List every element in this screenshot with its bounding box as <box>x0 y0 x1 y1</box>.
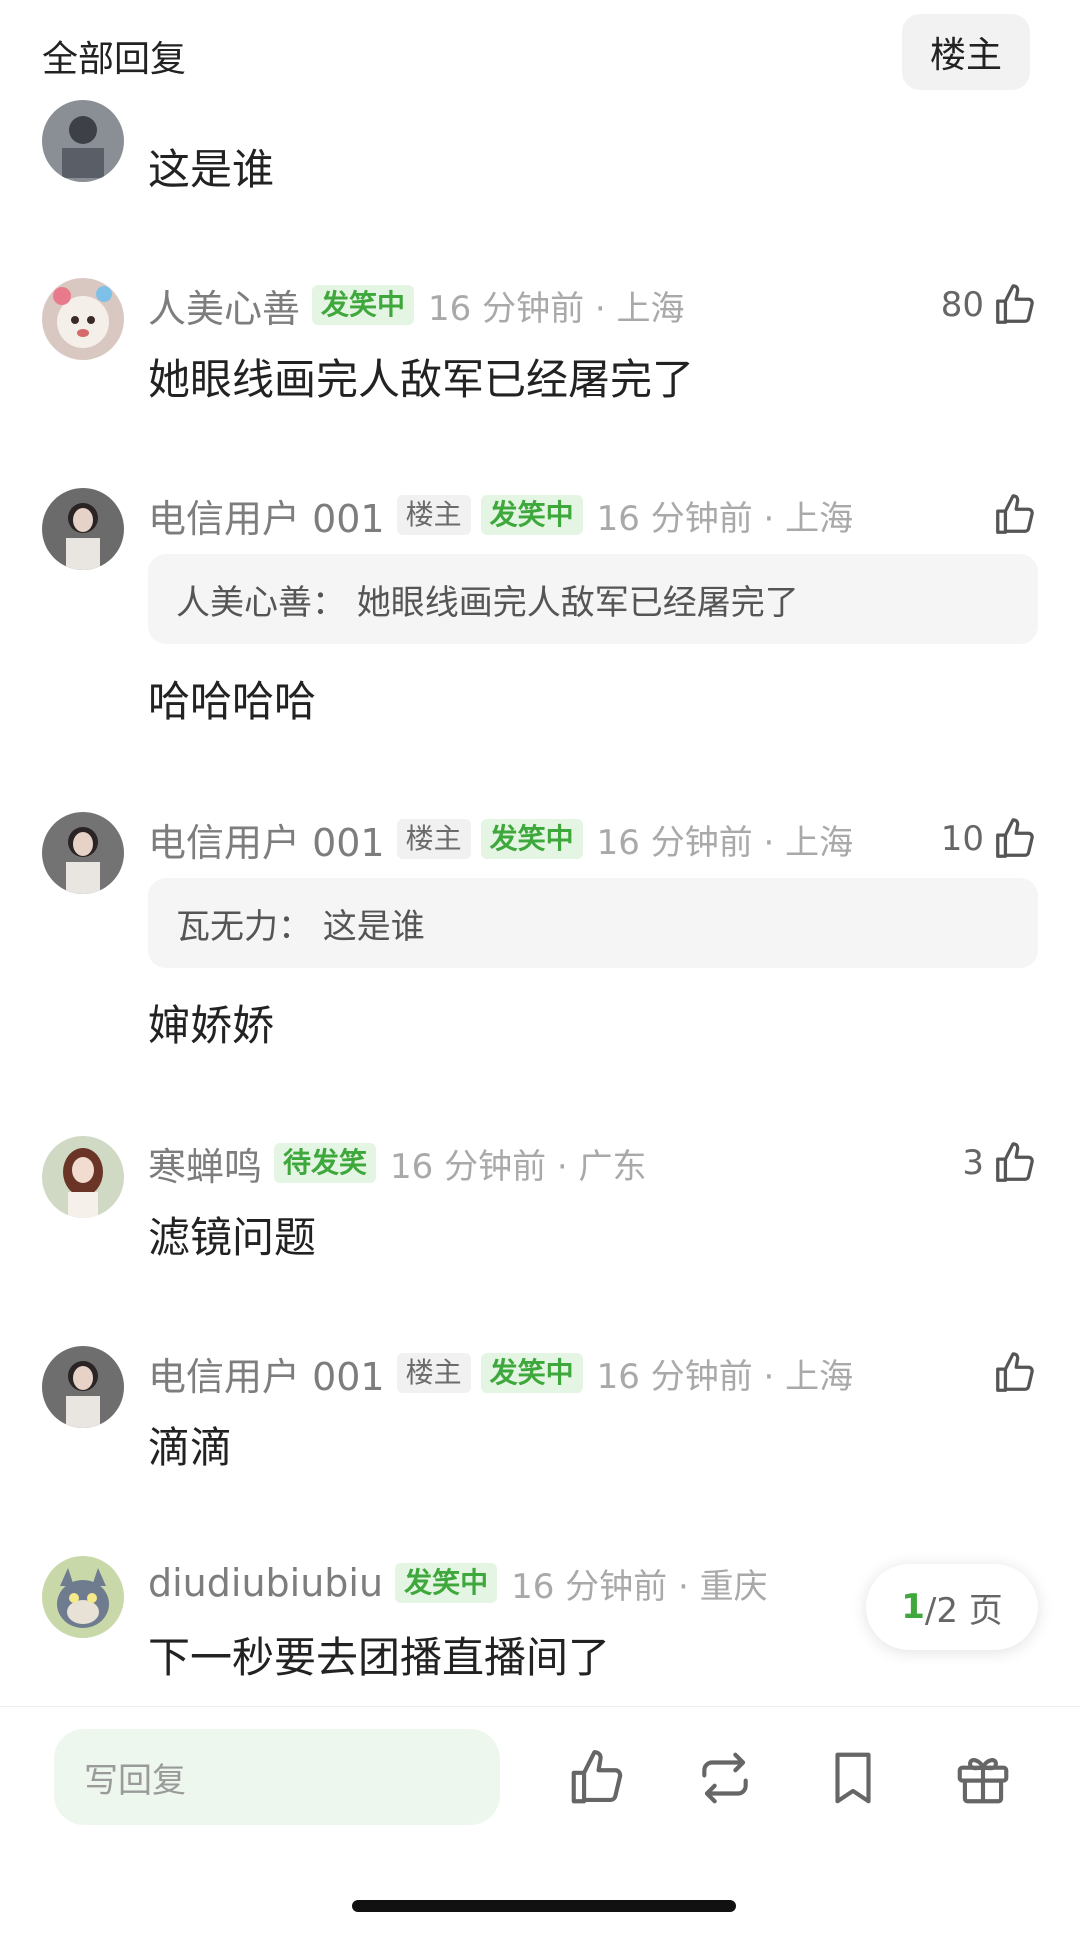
like-count: 80 <box>940 285 984 325</box>
home-indicator[interactable] <box>352 1900 736 1912</box>
header: 全部回复 楼主 <box>0 0 1080 100</box>
repost-icon[interactable] <box>694 1747 756 1809</box>
status-badge: 发笑中 <box>312 285 415 325</box>
comment-text: 她眼线画完人敌军已经屠完了 <box>148 355 695 404</box>
thumbs-up-icon[interactable] <box>566 1747 628 1809</box>
comment-meta: 人美心善 发笑中 16 分钟前 · 上海 <box>148 278 685 332</box>
timestamp-location: 16 分钟前 · 上海 <box>596 498 854 539</box>
status-badge: 发笑中 <box>480 819 583 859</box>
avatar[interactable] <box>42 1136 124 1218</box>
like-button[interactable] <box>992 490 1038 540</box>
quoted-reply[interactable]: 人美心善： 她眼线画完人敌军已经屠完了 <box>148 554 1038 644</box>
avatar[interactable] <box>42 100 124 182</box>
avatar[interactable] <box>42 1346 124 1428</box>
comment-text: 滴滴 <box>148 1423 233 1472</box>
comment-text: 哈哈哈哈 <box>148 677 317 726</box>
like-button[interactable] <box>992 1348 1038 1398</box>
comment-text: 下一秒要去团播直播间了 <box>148 1633 611 1682</box>
bottom-action-bar: 写回复 <box>0 1706 1080 1934</box>
reply-input[interactable]: 写回复 <box>54 1729 500 1825</box>
username[interactable]: 电信用户 001 <box>148 812 385 867</box>
avatar[interactable] <box>42 1556 124 1638</box>
status-badge: 发笑中 <box>395 1563 498 1603</box>
bookmark-icon[interactable] <box>822 1747 884 1809</box>
timestamp-location: 16 分钟前 · 上海 <box>428 288 685 329</box>
comment-meta: 电信用户 001 楼主 发笑中 16 分钟前 · 上海 <box>148 1346 853 1400</box>
avatar[interactable] <box>42 488 124 570</box>
comment-meta: 寒蝉鸣 待发笑 16 分钟前 · 广东 <box>148 1136 647 1190</box>
owner-only-button[interactable]: 楼主 <box>902 14 1030 90</box>
username[interactable]: diudiubiubiu <box>148 1561 383 1605</box>
status-badge: 发笑中 <box>480 1353 583 1393</box>
username[interactable]: 人美心善 <box>148 278 300 333</box>
thumbs-up-icon <box>996 818 1034 858</box>
status-badge: 发笑中 <box>480 495 583 535</box>
owner-badge: 楼主 <box>396 495 471 535</box>
timestamp-location: 16 分钟前 · 重庆 <box>511 1566 768 1607</box>
like-count: 10 <box>940 819 984 859</box>
timestamp-location: 16 分钟前 · 上海 <box>596 1356 854 1397</box>
owner-badge: 楼主 <box>396 1353 471 1393</box>
like-button[interactable]: 80 <box>941 280 1038 330</box>
username[interactable]: 寒蝉鸣 <box>148 1136 262 1191</box>
page-title: 全部回复 <box>42 39 187 80</box>
like-count: 3 <box>962 1143 984 1183</box>
like-button[interactable]: 10 <box>941 814 1038 864</box>
thumbs-up-icon <box>996 1352 1034 1392</box>
comment-meta: 电信用户 001 楼主 发笑中 16 分钟前 · 上海 <box>148 812 853 866</box>
thumbs-up-icon <box>996 494 1034 534</box>
comment-text: 婶娇娇 <box>148 1001 275 1050</box>
comment-text: 这是谁 <box>148 145 275 194</box>
avatar[interactable] <box>42 812 124 894</box>
timestamp-location: 16 分钟前 · 广东 <box>390 1146 647 1187</box>
comment-meta: 电信用户 001 楼主 发笑中 16 分钟前 · 上海 <box>148 488 853 542</box>
owner-badge: 楼主 <box>396 819 471 859</box>
page-indicator[interactable]: 1/2 页 <box>866 1564 1038 1650</box>
username[interactable]: 电信用户 001 <box>148 1346 385 1401</box>
avatar[interactable] <box>42 278 124 360</box>
comment-text: 滤镜问题 <box>148 1213 317 1262</box>
total-pages: /2 页 <box>924 1590 1003 1631</box>
thumbs-up-icon <box>996 284 1034 324</box>
username[interactable]: 电信用户 001 <box>148 488 385 543</box>
thumbs-up-icon <box>996 1142 1034 1182</box>
gift-icon[interactable] <box>952 1747 1014 1809</box>
comment-meta: diudiubiubiu 发笑中 16 分钟前 · 重庆 <box>148 1556 768 1610</box>
quoted-reply[interactable]: 瓦无力： 这是谁 <box>148 878 1038 968</box>
current-page: 1 <box>901 1587 925 1627</box>
like-button[interactable]: 3 <box>962 1138 1038 1188</box>
timestamp-location: 16 分钟前 · 上海 <box>596 822 854 863</box>
status-badge: 待发笑 <box>274 1143 377 1183</box>
